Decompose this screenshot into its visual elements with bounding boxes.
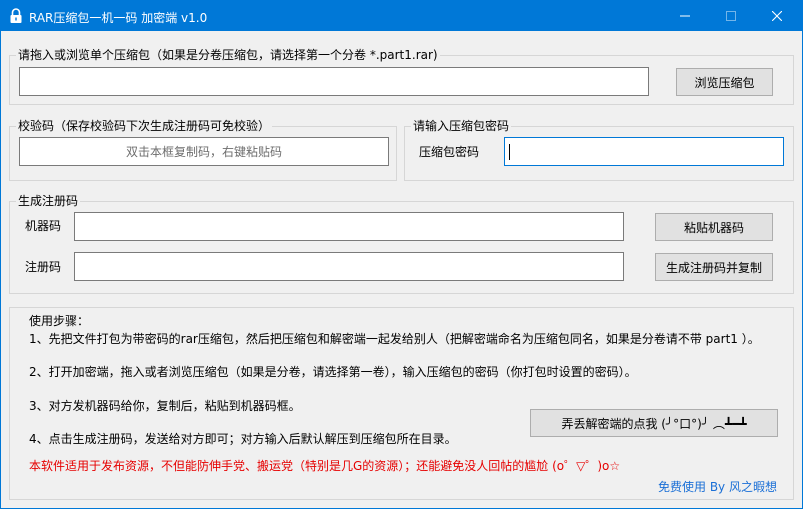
- close-icon: [772, 11, 782, 21]
- archive-group-label: 请拖入或浏览单个压缩包（如果是分卷压缩包，请选择第一个分卷 *.part1.ra…: [16, 48, 440, 62]
- browse-archive-button[interactable]: 浏览压缩包: [676, 68, 773, 96]
- paste-machine-code-button[interactable]: 粘贴机器码: [655, 213, 773, 241]
- machine-code-input[interactable]: [74, 212, 624, 241]
- password-input[interactable]: [504, 137, 784, 166]
- warning-text: 本软件适用于发布资源，不但能防伸手党、搬运党（特别是几G的资源）；还能避免没人回…: [29, 459, 621, 473]
- step-1: 1、先把文件打包为带密码的rar压缩包，然后把压缩包和解密端一起发给别人（把解密…: [29, 332, 760, 346]
- lock-icon: [10, 8, 22, 23]
- title-bar[interactable]: RAR压缩包一机一码 加密端 v1.0: [1, 1, 802, 31]
- steps-title: 使用步骤：: [29, 314, 90, 328]
- text-caret: [509, 144, 510, 160]
- machine-code-label: 机器码: [25, 219, 62, 233]
- verify-code-input[interactable]: 双击本框复制码，右键粘贴码: [19, 137, 389, 166]
- window-title: RAR压缩包一机一码 加密端 v1.0: [29, 11, 208, 25]
- maximize-icon: [726, 11, 736, 21]
- step-4: 4、点击生成注册码，发送给对方即可；对方输入后默认解压到压缩包所在目录。: [29, 432, 457, 446]
- close-button[interactable]: [754, 1, 800, 31]
- register-code-input[interactable]: [74, 252, 624, 281]
- step-3: 3、对方发机器码给你，复制后，粘贴到机器码框。: [29, 399, 301, 413]
- author-link[interactable]: 免费使用 By 风之暇想: [658, 480, 777, 494]
- minimize-button[interactable]: [662, 1, 708, 31]
- lost-decryptor-button[interactable]: 弄丢解密端的点我 (╯°口°)╯ ︵┻━┻: [530, 409, 778, 437]
- generate-register-code-button[interactable]: 生成注册码并复制: [655, 253, 773, 281]
- step-2: 2、打开加密端，拖入或者浏览压缩包（如果是分卷，请选择第一卷），输入压缩包的密码…: [29, 365, 637, 379]
- register-code-label: 注册码: [25, 260, 62, 274]
- app-window: RAR压缩包一机一码 加密端 v1.0 请拖入或浏览单个压缩包（如果是分卷压缩包…: [0, 0, 803, 509]
- password-field-label: 压缩包密码: [419, 145, 480, 159]
- verify-group-label: 校验码（保存校验码下次生成注册码可免校验）: [16, 119, 273, 133]
- password-group-label: 请输入压缩包密码: [411, 119, 512, 133]
- minimize-icon: [680, 15, 690, 17]
- archive-path-input[interactable]: [19, 67, 649, 96]
- maximize-button[interactable]: [708, 1, 754, 31]
- register-group-label: 生成注册码: [16, 194, 81, 208]
